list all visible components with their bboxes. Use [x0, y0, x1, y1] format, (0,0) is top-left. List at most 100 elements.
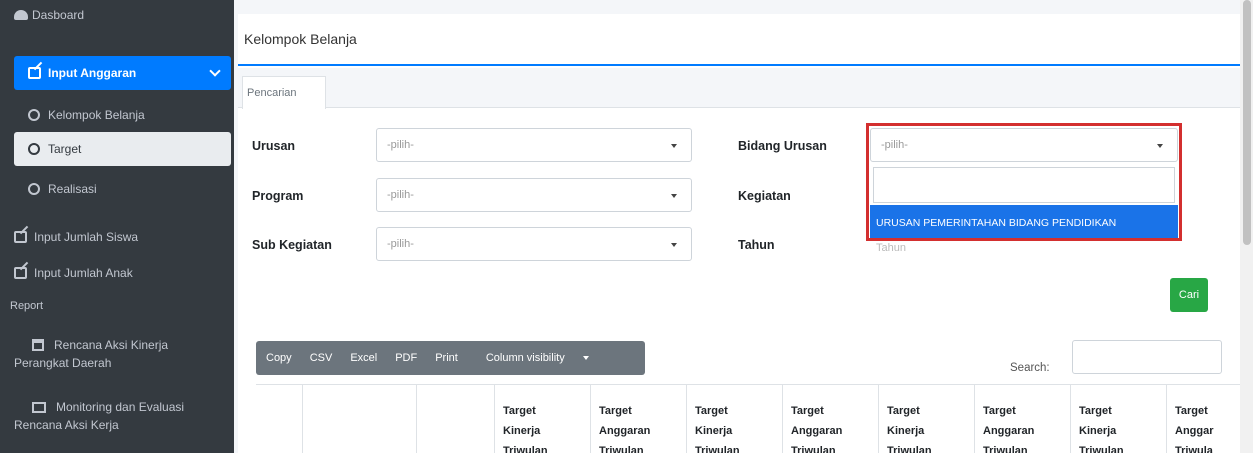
sidebar-item-label: Rencana Aksi Kinerja — [54, 338, 169, 352]
header-line: Anggaran — [599, 425, 651, 437]
cari-button[interactable]: Cari — [1170, 278, 1208, 312]
caret-down-icon — [582, 356, 589, 361]
pdf-button[interactable]: PDF — [395, 352, 417, 364]
program-label: Program — [252, 189, 304, 203]
print-button[interactable]: Print — [435, 352, 458, 364]
card-header: Kelompok Belanja — [238, 14, 1240, 66]
export-toolbar: Copy CSV Excel PDF Print Column visibili… — [256, 341, 645, 375]
table-header-cell[interactable]: Target Kinerja Triwulan — [686, 385, 782, 453]
tab-pencarian[interactable]: Pencarian — [242, 76, 326, 109]
header-line: Kinerja — [1079, 425, 1117, 437]
header-line: Anggaran — [983, 425, 1035, 437]
header-line: Kinerja — [695, 425, 733, 437]
header-line: Triwulan — [791, 445, 836, 453]
sub-kegiatan-label: Sub Kegiatan — [252, 238, 332, 252]
caret-down-icon — [671, 243, 677, 247]
sidebar-item-rencana-aksi[interactable]: Rencana Aksi Kinerja Perangkat Daerah — [14, 336, 168, 372]
header-line: Triwulan — [599, 445, 644, 453]
program-select[interactable]: -pilih- — [376, 178, 692, 212]
header-line: Kinerja — [887, 425, 925, 437]
sidebar-item-dashboard[interactable]: Dasboard — [14, 8, 84, 22]
sidebar: Dasboard Input Anggaran Kelompok Belanja… — [0, 0, 234, 453]
caret-down-icon — [671, 194, 677, 198]
sidebar-item-target[interactable]: Target — [14, 132, 231, 166]
table-header-cell[interactable]: Target Kinerja Triwulan — [878, 385, 974, 453]
header-line: Target — [791, 405, 824, 417]
sidebar-item-label: Kelompok Belanja — [48, 108, 145, 122]
search-input[interactable] — [1072, 340, 1222, 374]
sidebar-item-monitoring-evaluasi[interactable]: Monitoring dan Evaluasi Rencana Aksi Ker… — [14, 398, 184, 434]
main-card: Kelompok Belanja Pencarian Urusan -pilih… — [238, 14, 1253, 453]
urusan-label: Urusan — [252, 139, 296, 153]
table-header-cell[interactable]: Target Kinerja Triwulan — [1070, 385, 1166, 453]
sidebar-item-label-line2: Rencana Aksi Kerja — [14, 418, 119, 432]
sidebar-item-label: Realisasi — [48, 182, 97, 196]
header-line: Triwulan — [503, 445, 548, 453]
copy-button[interactable]: Copy — [266, 352, 292, 364]
header-line: Triwulan — [1079, 445, 1124, 453]
sidebar-item-label: Dasboard — [32, 8, 85, 22]
caret-down-icon — [671, 144, 677, 148]
header-line: Triwulan — [887, 445, 932, 453]
highlight-box — [866, 123, 1182, 241]
urusan-select-value: -pilih- — [387, 139, 414, 151]
search-label: Search: — [1010, 362, 1050, 374]
table-header-cell[interactable]: Target Anggaran Triwulan — [590, 385, 686, 453]
table-header-cell[interactable]: Target Kinerja Triwulan — [494, 385, 590, 453]
program-select-value: -pilih- — [387, 189, 414, 201]
sidebar-item-label: Input Anggaran — [48, 66, 137, 80]
header-line: Target — [599, 405, 632, 417]
column-visibility-button[interactable]: Column visibility — [476, 352, 597, 364]
header-line: Kinerja — [503, 425, 541, 437]
header-line: Triwulan — [983, 445, 1028, 453]
sidebar-item-label: Target — [48, 142, 82, 156]
header-line: Target — [1079, 405, 1112, 417]
header-line: Target — [887, 405, 920, 417]
header-line: Target — [983, 405, 1016, 417]
csv-button[interactable]: CSV — [310, 352, 333, 364]
page-title: Kelompok Belanja — [244, 31, 357, 47]
sub-kegiatan-select[interactable]: -pilih- — [376, 227, 692, 261]
sidebar-item-label: Monitoring dan Evaluasi — [56, 400, 185, 414]
id-card-icon — [32, 401, 46, 413]
page-scrollbar[interactable] — [1240, 0, 1253, 453]
chevron-down-icon — [209, 65, 221, 77]
excel-button[interactable]: Excel — [350, 352, 377, 364]
header-line: Target — [503, 405, 536, 417]
tahun-label: Tahun — [738, 238, 775, 252]
table-header: Target Kinerja Triwulan Target Anggaran … — [256, 384, 1253, 453]
tahun-input-placeholder[interactable]: Tahun — [876, 242, 906, 254]
tab-bar: Pencarian — [238, 68, 1240, 109]
dashboard-icon — [14, 10, 28, 20]
table-header-cell[interactable] — [302, 385, 416, 453]
header-line: Target — [695, 405, 728, 417]
edit-icon — [14, 231, 27, 243]
circle-icon — [28, 183, 40, 195]
table-header-cell[interactable]: Target Anggaran Triwulan — [974, 385, 1070, 453]
sidebar-item-input-jumlah-anak[interactable]: Input Jumlah Anak — [14, 264, 133, 282]
sidebar-item-realisasi[interactable]: Realisasi — [28, 180, 97, 198]
bidang-urusan-label: Bidang Urusan — [738, 139, 827, 153]
sidebar-section-label: Report — [10, 300, 44, 312]
edit-icon — [14, 267, 27, 279]
sidebar-item-label-line2: Perangkat Daerah — [14, 356, 112, 370]
sidebar-item-input-jumlah-siswa[interactable]: Input Jumlah Siswa — [14, 228, 138, 246]
table-header-cell[interactable] — [416, 385, 494, 453]
sidebar-item-input-anggaran[interactable]: Input Anggaran — [14, 56, 231, 90]
sidebar-section-report: Report — [10, 298, 43, 314]
header-line: Anggaran — [791, 425, 843, 437]
table-header-cell[interactable]: Target Anggaran Triwulan — [782, 385, 878, 453]
header-line: Triwulan — [695, 445, 740, 453]
urusan-select[interactable]: -pilih- — [376, 128, 692, 162]
calendar-icon — [32, 339, 44, 351]
tab-label: Pencarian — [247, 87, 297, 99]
circle-icon — [28, 143, 40, 155]
circle-icon — [28, 109, 40, 121]
edit-icon — [28, 67, 41, 79]
sidebar-item-label: Input Jumlah Siswa — [34, 230, 139, 244]
table-header-cell[interactable] — [256, 385, 302, 453]
cari-button-label: Cari — [1178, 289, 1200, 301]
scrollbar-thumb[interactable] — [1243, 0, 1251, 245]
sidebar-item-label: Input Jumlah Anak — [34, 266, 133, 280]
sidebar-item-kelompok-belanja[interactable]: Kelompok Belanja — [28, 106, 145, 124]
